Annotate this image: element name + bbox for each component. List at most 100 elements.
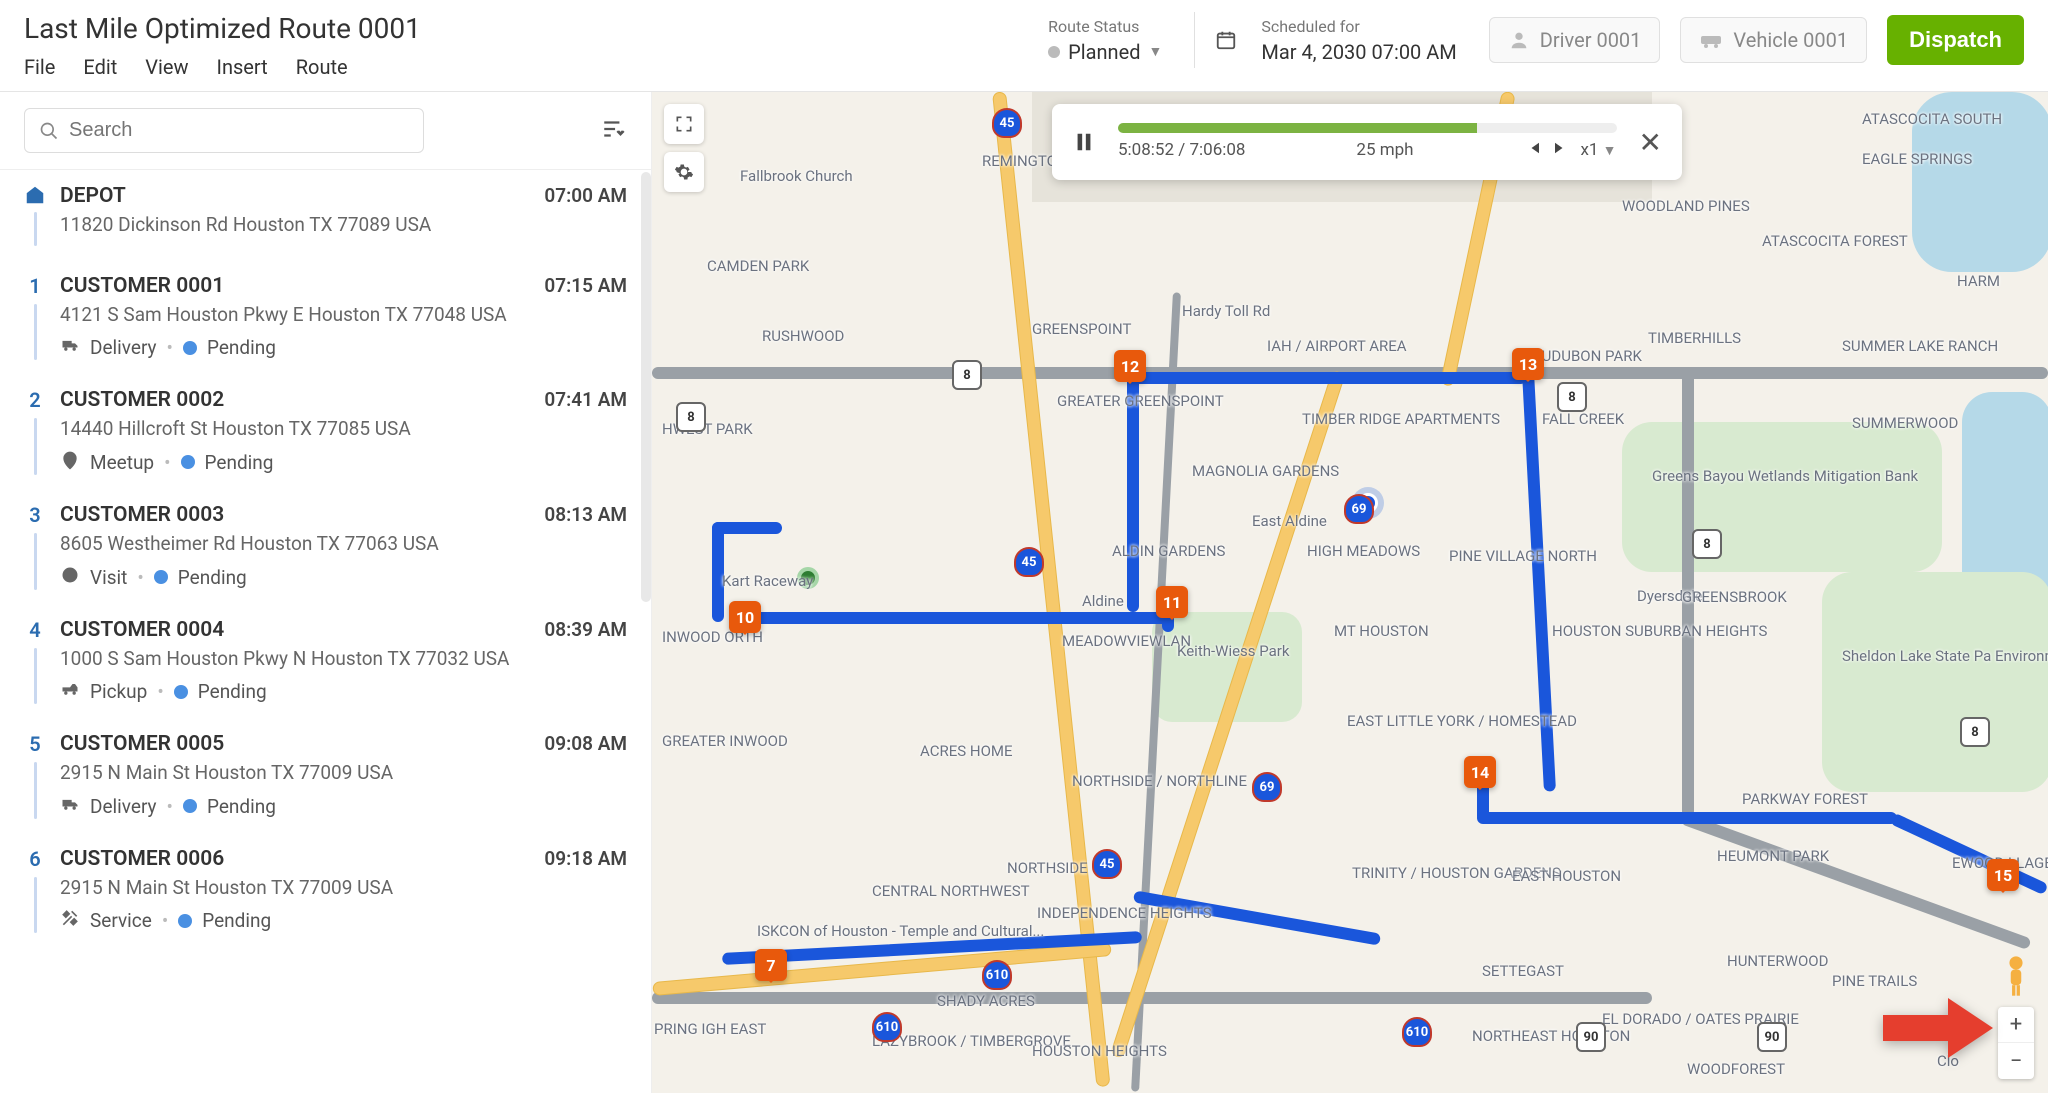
map-place-label: PARKWAY FOREST <box>1742 790 1868 808</box>
stop-address: 2915 N Main St Houston TX 77009 USA <box>60 760 513 786</box>
map-marker-15[interactable]: 15 <box>1987 859 2019 897</box>
highway-shield: 8 <box>1557 382 1587 412</box>
map-place-label: RUSHWOOD <box>762 327 844 345</box>
stop-status: Pending <box>207 795 276 818</box>
map-place-label: PINE TRAILS <box>1832 972 1917 990</box>
stop-address: 8605 Westheimer Rd Houston TX 77063 USA <box>60 531 513 557</box>
person-icon <box>1508 29 1530 51</box>
highway-shield: 8 <box>1692 529 1722 559</box>
map-place-label: NORTHEAST HOUSTON <box>1472 1027 1630 1045</box>
map-place-label: HUNTERWOOD <box>1727 952 1828 970</box>
stop-item[interactable]: 2CUSTOMER 000214440 Hillcroft St Houston… <box>0 374 651 489</box>
highway-shield: 610 <box>872 1012 902 1042</box>
playback-time: 5:08:52 / 7:06:08 <box>1118 140 1245 160</box>
stop-type: Meetup <box>90 451 154 474</box>
stop-address: 1000 S Sam Houston Pkwy N Houston TX 770… <box>60 646 513 672</box>
playback-progress <box>1118 123 1477 133</box>
route-status-dropdown[interactable]: Route Status Planned ▼ <box>1036 17 1174 64</box>
stop-type-icon <box>60 908 80 933</box>
map-place-label: TIMBERHILLS <box>1648 329 1741 347</box>
stop-depot[interactable]: DEPOT11820 Dickinson Rd Houston TX 77089… <box>0 170 651 260</box>
highway-shield: 45 <box>1092 849 1122 879</box>
map-place-label: GREENSPOINT <box>1032 320 1131 338</box>
stop-status: Pending <box>178 566 247 589</box>
search-box[interactable] <box>24 108 424 153</box>
scheduled-value: Mar 4, 2030 07:00 AM <box>1261 40 1456 64</box>
map-place-label: ACRES HOME <box>920 742 1013 760</box>
stop-item[interactable]: 1CUSTOMER 00014121 S Sam Houston Pkwy E … <box>0 260 651 375</box>
driver-selector[interactable]: Driver 0001 <box>1489 17 1661 63</box>
stop-number: 4 <box>29 618 40 642</box>
menu-view[interactable]: View <box>145 55 188 79</box>
map[interactable]: Fallbrook ChurchREMINGTON RANCHCAMDEN PA… <box>652 92 2048 1093</box>
menu-edit[interactable]: Edit <box>83 55 117 79</box>
map-place-label: Greens Bayou Wetlands Mitigation Bank <box>1652 467 1918 485</box>
stop-status: Pending <box>202 909 271 932</box>
stop-time: 08:39 AM <box>527 618 627 705</box>
map-place-label: EAST HOUSTON <box>1512 867 1621 885</box>
map-marker-11[interactable]: 11 <box>1156 586 1188 624</box>
chevron-down-icon: ▼ <box>1149 43 1163 60</box>
map-marker-14[interactable]: 14 <box>1464 756 1496 794</box>
map-place-label: ISKCON of Houston - Temple and Cultural.… <box>757 922 1044 940</box>
map-marker-10[interactable]: 10 <box>729 601 761 639</box>
page-title: Last Mile Optimized Route 0001 <box>24 12 421 45</box>
callout-arrow <box>1878 993 1998 1063</box>
map-marker-12[interactable]: 12 <box>1114 350 1146 388</box>
playback-close-button[interactable]: ✕ <box>1635 126 1666 159</box>
menu-bar: File Edit View Insert Route <box>24 55 421 79</box>
pause-button[interactable] <box>1068 126 1100 158</box>
map-settings-button[interactable] <box>664 152 704 192</box>
dispatch-button[interactable]: Dispatch <box>1887 15 2024 65</box>
menu-route[interactable]: Route <box>296 55 348 79</box>
skip-back-button[interactable] <box>1524 139 1542 162</box>
stop-name: CUSTOMER 0003 <box>60 503 513 527</box>
highway-shield: 90 <box>1576 1022 1606 1052</box>
zoom-controls: + − <box>1998 1007 2034 1079</box>
stop-time: 07:15 AM <box>527 274 627 361</box>
map-place-label: HIGH MEADOWS <box>1307 542 1420 560</box>
highway-shield: 69 <box>1344 494 1374 524</box>
stop-time: 09:08 AM <box>527 732 627 819</box>
scrollbar[interactable] <box>641 172 651 602</box>
sort-filter-button[interactable] <box>601 116 627 146</box>
map-place-label: Aldine <box>1082 592 1124 610</box>
stop-item[interactable]: 5CUSTOMER 00052915 N Main St Houston TX … <box>0 718 651 833</box>
stops-list[interactable]: DEPOT11820 Dickinson Rd Houston TX 77089… <box>0 170 651 1093</box>
map-place-label: Sheldon Lake State Pa Environment Learni… <box>1842 647 2048 665</box>
stop-address: 4121 S Sam Houston Pkwy E Houston TX 770… <box>60 302 513 328</box>
vehicle-selector[interactable]: Vehicle 0001 <box>1680 17 1867 63</box>
playback-panel: 5:08:52 / 7:06:08 25 mph x1 ▼ <box>1052 104 1682 180</box>
stop-item[interactable]: 6CUSTOMER 00062915 N Main St Houston TX … <box>0 833 651 948</box>
playback-track[interactable] <box>1118 123 1617 133</box>
map-place-label: MAGNOLIA GARDENS <box>1192 462 1339 480</box>
search-input[interactable] <box>69 119 409 142</box>
scheduled-for[interactable]: Scheduled for Mar 4, 2030 07:00 AM <box>1215 17 1468 64</box>
map-place-label: WOODLAND PINES <box>1622 197 1750 215</box>
divider <box>1194 12 1195 68</box>
scheduled-label: Scheduled for <box>1261 17 1456 36</box>
stop-item[interactable]: 4CUSTOMER 00041000 S Sam Houston Pkwy N … <box>0 604 651 719</box>
driver-label: Driver 0001 <box>1540 28 1642 52</box>
zoom-in-button[interactable]: + <box>1998 1007 2034 1043</box>
map-marker-13[interactable]: 13 <box>1512 348 1544 386</box>
menu-file[interactable]: File <box>24 55 55 79</box>
stop-number: 1 <box>29 274 40 298</box>
highway-shield: 45 <box>992 108 1022 138</box>
map-place-label: AUDUBON PARK <box>1532 347 1642 365</box>
skip-forward-button[interactable] <box>1552 139 1570 162</box>
stop-number: 6 <box>29 847 40 871</box>
menu-insert[interactable]: Insert <box>217 55 268 79</box>
map-place-label: HOUSTON SUBURBAN HEIGHTS <box>1552 622 1767 640</box>
map-place-label: ATASCOCITA SOUTH <box>1862 110 2002 128</box>
fullscreen-button[interactable] <box>664 104 704 144</box>
map-marker-7[interactable]: 7 <box>755 949 787 987</box>
stop-status: Pending <box>205 451 274 474</box>
map-place-label: EAST LITTLE YORK / HOMESTEAD <box>1347 712 1577 730</box>
zoom-out-button[interactable]: − <box>1998 1043 2034 1079</box>
pegman-icon[interactable] <box>2000 955 2032 997</box>
stop-item[interactable]: 3CUSTOMER 00038605 Westheimer Rd Houston… <box>0 489 651 604</box>
map-place-label: SUMMERWOOD <box>1852 414 1958 432</box>
playback-speed-mph: 25 mph <box>1356 140 1413 160</box>
playback-rate-dropdown[interactable]: x1 ▼ <box>1580 140 1616 160</box>
